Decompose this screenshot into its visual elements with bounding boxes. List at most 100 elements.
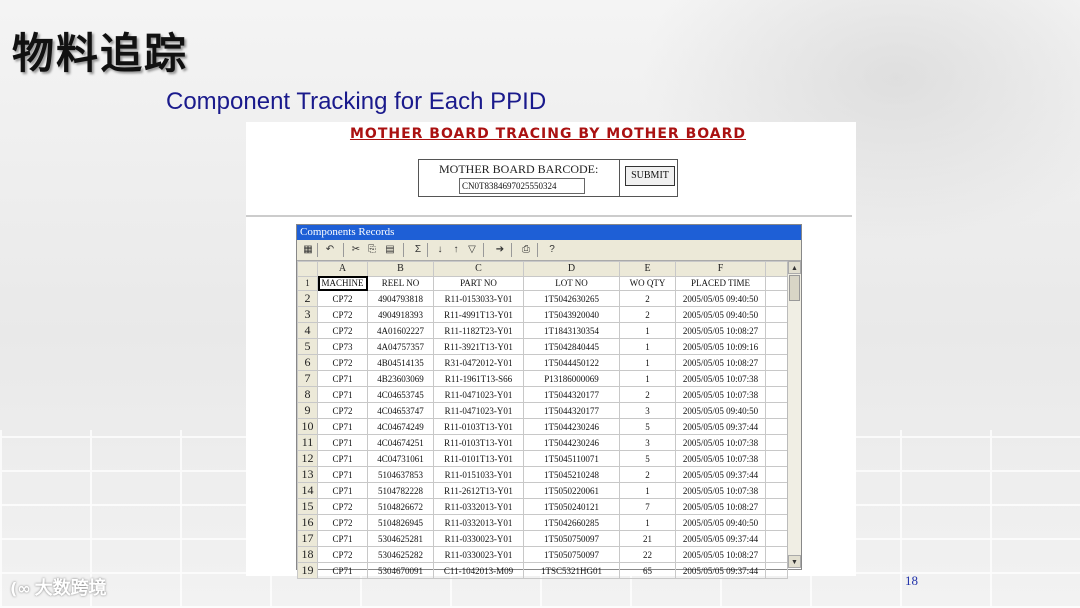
table-cell[interactable]: 21 [619, 530, 676, 547]
column-header[interactable]: A [317, 261, 368, 277]
table-cell[interactable]: 1T5042660285 [523, 514, 620, 531]
paste-icon[interactable]: ▤ [383, 243, 397, 257]
table-cell[interactable]: 5104782228 [367, 482, 434, 499]
empty-cell[interactable] [765, 386, 788, 403]
empty-cell[interactable] [765, 275, 788, 291]
row-number[interactable]: 7 [297, 370, 318, 387]
scroll-down-arrow-icon[interactable]: ▼ [788, 555, 801, 568]
table-cell[interactable]: 1T5050240121 [523, 498, 620, 515]
table-cell[interactable]: 22 [619, 546, 676, 563]
table-cell[interactable]: 1T5050750097 [523, 546, 620, 563]
table-cell[interactable]: 2005/05/05 09:40:50 [675, 306, 766, 323]
table-cell[interactable]: R11-0101T13-Y01 [433, 450, 524, 467]
table-cell[interactable]: 1T5044450122 [523, 354, 620, 371]
row-number[interactable]: 9 [297, 402, 318, 419]
table-cell[interactable]: 5304625282 [367, 546, 434, 563]
table-cell[interactable]: R11-0153033-Y01 [433, 290, 524, 307]
row-number[interactable]: 2 [297, 290, 318, 307]
table-cell[interactable]: 5104637853 [367, 466, 434, 483]
table-cell[interactable]: R11-0103T13-Y01 [433, 418, 524, 435]
column-header[interactable]: C [433, 261, 524, 277]
empty-cell[interactable] [765, 546, 788, 563]
table-cell[interactable]: 4C04731061 [367, 450, 434, 467]
row-number[interactable]: 3 [297, 306, 318, 323]
table-cell[interactable]: 3 [619, 434, 676, 451]
table-cell[interactable]: 2 [619, 466, 676, 483]
scroll-thumb[interactable] [789, 275, 800, 301]
table-cell[interactable]: 1 [619, 322, 676, 339]
empty-cell[interactable] [765, 466, 788, 483]
table-cell[interactable]: CP72 [317, 306, 368, 323]
table-cell[interactable]: 5 [619, 450, 676, 467]
select-all-corner[interactable] [297, 261, 318, 277]
row-number[interactable]: 13 [297, 466, 318, 483]
header-cell[interactable]: PLACED TIME [675, 275, 766, 291]
table-cell[interactable]: CP72 [317, 498, 368, 515]
row-number[interactable]: 19 [297, 562, 318, 579]
table-cell[interactable]: 2005/05/05 10:07:38 [675, 450, 766, 467]
help-icon[interactable]: ? [545, 243, 559, 257]
table-cell[interactable]: R11-0330023-Y01 [433, 530, 524, 547]
header-cell[interactable]: PART NO [433, 275, 524, 291]
table-cell[interactable]: 2005/05/05 10:08:27 [675, 354, 766, 371]
row-number[interactable]: 6 [297, 354, 318, 371]
table-cell[interactable]: 1T5044230246 [523, 434, 620, 451]
row-number[interactable]: 15 [297, 498, 318, 515]
table-cell[interactable]: 4B04514135 [367, 354, 434, 371]
table-cell[interactable]: CP71 [317, 530, 368, 547]
row-number[interactable]: 14 [297, 482, 318, 499]
table-cell[interactable]: 1T5050220061 [523, 482, 620, 499]
autofilter-icon[interactable]: ▽ [465, 243, 479, 257]
table-cell[interactable]: R11-2612T13-Y01 [433, 482, 524, 499]
row-number[interactable]: 4 [297, 322, 318, 339]
table-cell[interactable]: 5304625281 [367, 530, 434, 547]
table-cell[interactable]: 5104826672 [367, 498, 434, 515]
empty-cell[interactable] [765, 322, 788, 339]
cut-icon[interactable]: ✂ [349, 243, 363, 257]
table-cell[interactable]: 2005/05/05 10:07:38 [675, 482, 766, 499]
table-cell[interactable]: CP72 [317, 546, 368, 563]
submit-button[interactable]: SUBMIT [625, 166, 675, 186]
table-cell[interactable]: 7 [619, 498, 676, 515]
table-cell[interactable]: CP71 [317, 562, 368, 579]
table-cell[interactable]: 2005/05/05 10:08:27 [675, 498, 766, 515]
header-cell[interactable]: LOT NO [523, 275, 620, 291]
empty-cell[interactable] [765, 482, 788, 499]
table-cell[interactable]: 1 [619, 514, 676, 531]
table-cell[interactable]: R11-4991T13-Y01 [433, 306, 524, 323]
table-cell[interactable]: 2 [619, 306, 676, 323]
table-cell[interactable]: 2005/05/05 10:08:27 [675, 322, 766, 339]
empty-cell[interactable] [765, 354, 788, 371]
table-cell[interactable]: 1 [619, 354, 676, 371]
empty-cell[interactable] [765, 418, 788, 435]
table-cell[interactable]: 2005/05/05 10:09:16 [675, 338, 766, 355]
table-cell[interactable]: 4C04653745 [367, 386, 434, 403]
table-cell[interactable]: R11-0332013-Y01 [433, 498, 524, 515]
table-cell[interactable]: R11-1961T13-S66 [433, 370, 524, 387]
table-cell[interactable]: 5104826945 [367, 514, 434, 531]
table-cell[interactable]: R11-0151033-Y01 [433, 466, 524, 483]
table-cell[interactable]: R11-0103T13-Y01 [433, 434, 524, 451]
table-cell[interactable]: 1T1843130354 [523, 322, 620, 339]
table-cell[interactable]: 2005/05/05 09:37:44 [675, 562, 766, 579]
scroll-up-arrow-icon[interactable]: ▲ [788, 261, 801, 274]
empty-cell[interactable] [765, 338, 788, 355]
empty-cell[interactable] [765, 514, 788, 531]
table-cell[interactable]: 1TSC5321HG01 [523, 562, 620, 579]
copy-icon[interactable]: ⎘ [365, 243, 379, 257]
row-number[interactable]: 18 [297, 546, 318, 563]
autosum-icon[interactable]: Σ [411, 243, 425, 257]
row-number[interactable]: 10 [297, 418, 318, 435]
table-cell[interactable]: 2005/05/05 10:07:38 [675, 370, 766, 387]
table-cell[interactable]: 1T5043920040 [523, 306, 620, 323]
table-cell[interactable]: R11-0471023-Y01 [433, 386, 524, 403]
table-cell[interactable]: R11-1182T23-Y01 [433, 322, 524, 339]
empty-cell[interactable] [765, 370, 788, 387]
table-cell[interactable]: 4A04757357 [367, 338, 434, 355]
table-cell[interactable]: 4A01602227 [367, 322, 434, 339]
empty-cell[interactable] [765, 498, 788, 515]
table-cell[interactable]: P13186000069 [523, 370, 620, 387]
row-number[interactable]: 16 [297, 514, 318, 531]
row-number[interactable]: 17 [297, 530, 318, 547]
table-cell[interactable]: 5304670091 [367, 562, 434, 579]
